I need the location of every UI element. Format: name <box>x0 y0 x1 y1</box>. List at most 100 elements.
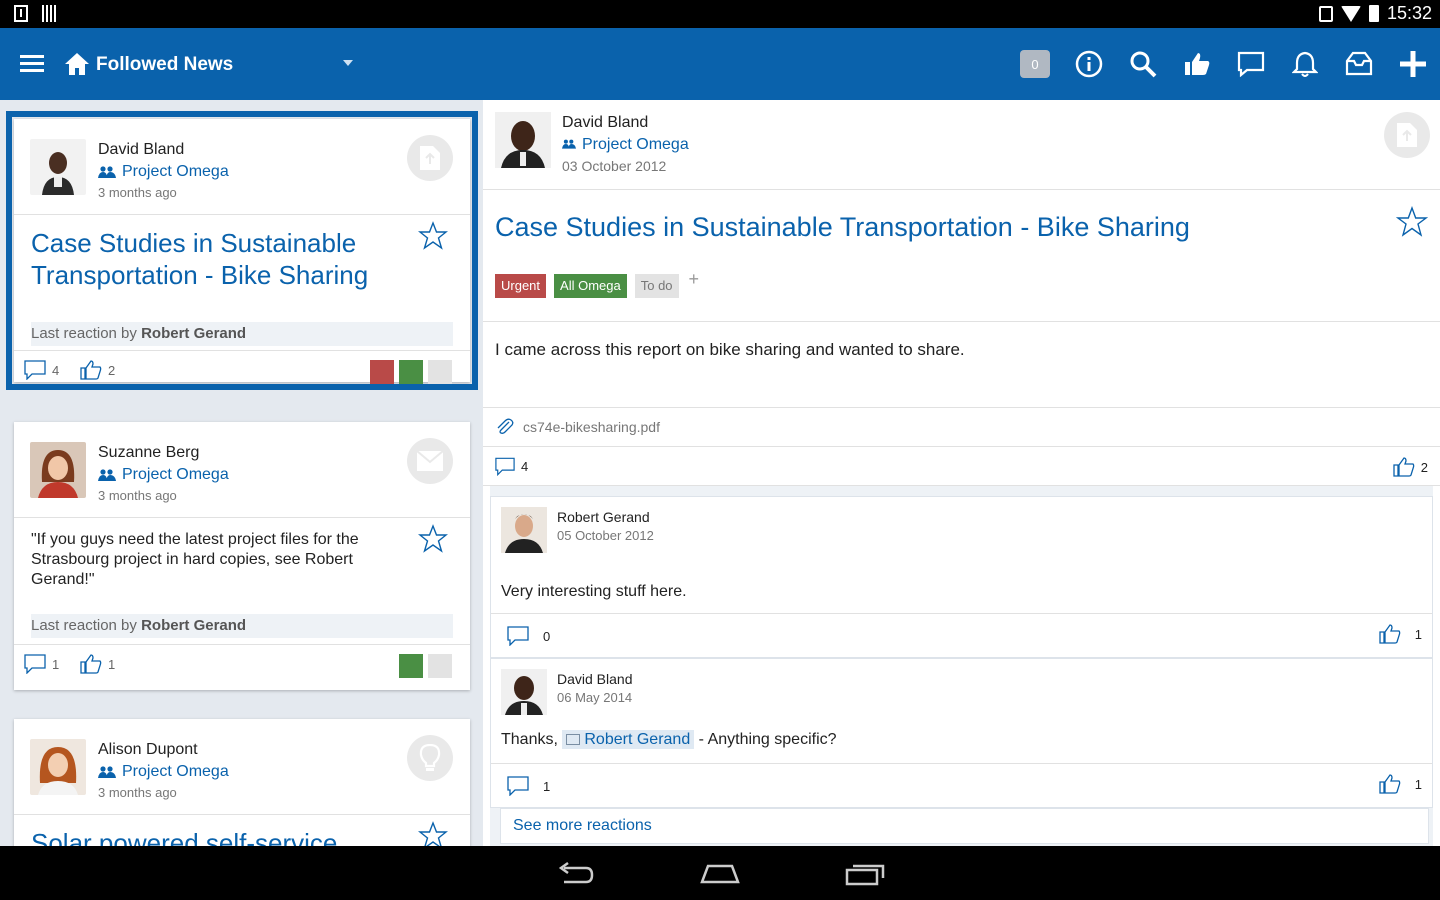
group-icon <box>98 166 116 178</box>
inbox-button[interactable] <box>1332 28 1386 100</box>
info-button[interactable] <box>1062 28 1116 100</box>
comment-count[interactable]: 0 <box>507 626 550 646</box>
like-count[interactable]: 2 <box>1393 457 1428 477</box>
star-icon[interactable] <box>418 221 448 251</box>
recents-icon[interactable] <box>843 858 887 888</box>
tag-todo[interactable]: To do <box>634 274 679 298</box>
reaction-item: Robert Gerand 05 October 2012 Very inter… <box>490 496 1433 658</box>
menu-button[interactable] <box>20 55 44 73</box>
search-button[interactable] <box>1116 28 1170 100</box>
comment-count[interactable]: 4 <box>24 360 59 380</box>
reaction-author[interactable]: David Bland <box>557 671 633 687</box>
like-count[interactable]: 1 <box>1379 774 1422 794</box>
document-icon <box>420 146 440 170</box>
tag-list: Urgent All Omega To do + <box>495 269 701 298</box>
feed-card[interactable]: Suzanne Berg Project Omega 3 months ago … <box>14 422 470 690</box>
avatar <box>30 139 86 195</box>
plus-icon <box>1400 51 1426 77</box>
post-title-text: Solar powered self-service <box>31 828 338 846</box>
chevron-down-icon[interactable] <box>343 60 353 66</box>
comment-icon <box>24 360 46 380</box>
star-icon[interactable] <box>1396 206 1428 238</box>
last-reaction: Last reaction by Robert Gerand <box>31 322 453 346</box>
comment-count[interactable]: 1 <box>507 776 550 796</box>
project-link[interactable]: Project Omega <box>98 163 229 181</box>
type-badge <box>407 438 453 484</box>
reaction-author[interactable]: Robert Gerand <box>557 509 650 525</box>
group-icon <box>98 766 116 778</box>
author-name[interactable]: Alison Dupont <box>98 741 198 759</box>
author-name[interactable]: David Bland <box>98 141 184 159</box>
reaction-item: David Bland 06 May 2014 Thanks, Robert G… <box>490 658 1433 808</box>
notification-count-button[interactable]: 0 <box>1008 28 1062 100</box>
project-link[interactable]: Project Omega <box>562 136 689 154</box>
mention-link[interactable]: Robert Gerand <box>562 730 695 749</box>
comment-icon <box>507 776 529 796</box>
comment-count-value: 4 <box>52 362 60 378</box>
comment-count[interactable]: 1 <box>24 654 59 674</box>
info-icon <box>1075 50 1103 78</box>
author-name[interactable]: Suzanne Berg <box>98 444 199 462</box>
reaction-date: 05 October 2012 <box>557 528 654 543</box>
home-nav-icon[interactable] <box>698 858 742 888</box>
comments-button[interactable] <box>1224 28 1278 100</box>
feed-card[interactable]: Alison Dupont Project Omega 3 months ago… <box>14 719 470 846</box>
document-icon <box>1397 123 1417 147</box>
timestamp: 3 months ago <box>98 185 177 200</box>
notifications-button[interactable] <box>1278 28 1332 100</box>
comment-count[interactable]: 4 <box>495 457 528 476</box>
feed-card[interactable]: David Bland Project Omega 3 months ago C… <box>6 111 478 390</box>
lightbulb-icon <box>419 744 441 771</box>
reaction-text-prefix: Thanks, <box>501 731 558 748</box>
like-count-value: 2 <box>1420 459 1428 475</box>
type-badge <box>1384 112 1430 158</box>
project-label: Project Omega <box>582 136 689 153</box>
reaction-list: Robert Gerand 05 October 2012 Very inter… <box>490 486 1433 846</box>
news-feed[interactable]: David Bland Project Omega 3 months ago C… <box>0 100 483 846</box>
user-card-icon <box>566 734 581 746</box>
timestamp: 3 months ago <box>98 488 177 503</box>
avatar <box>501 669 547 715</box>
bell-icon <box>1292 51 1318 77</box>
group-icon <box>562 139 576 149</box>
app-title[interactable]: Followed News <box>96 54 233 76</box>
thumbs-up-icon <box>1185 53 1210 75</box>
add-post-button[interactable] <box>1386 28 1440 100</box>
see-more-reactions-link[interactable]: See more reactions <box>500 808 1429 844</box>
avatar <box>501 507 547 553</box>
count-badge: 0 <box>1020 50 1050 78</box>
project-link[interactable]: Project Omega <box>98 466 229 484</box>
mention-name: Robert Gerand <box>584 731 691 748</box>
tag-urgent[interactable]: Urgent <box>495 274 547 298</box>
post-title[interactable]: Solar powered self-service <box>14 815 470 846</box>
post-title[interactable]: Case Studies in Sustainable Transportati… <box>14 215 470 322</box>
like-count[interactable]: 1 <box>1379 624 1422 644</box>
add-tag-button[interactable]: + <box>687 269 702 293</box>
back-icon[interactable] <box>554 858 598 888</box>
star-icon[interactable] <box>418 524 448 554</box>
post-quote[interactable]: "If you guys need the latest project fil… <box>14 518 470 614</box>
like-count[interactable]: 2 <box>80 360 115 380</box>
likes-button[interactable] <box>1170 28 1224 100</box>
last-reaction-name: Robert Gerand <box>141 617 247 634</box>
mail-icon <box>416 450 444 471</box>
comment-count-value: 1 <box>543 778 551 794</box>
last-reaction: Last reaction by Robert Gerand <box>31 614 453 638</box>
thumbs-up-icon <box>1393 457 1415 477</box>
tag-all-omega[interactable]: All Omega <box>554 274 627 298</box>
last-reaction-prefix: Last reaction by <box>31 325 137 342</box>
thumbs-up-icon <box>1379 774 1401 794</box>
attachment[interactable]: cs74e-bikesharing.pdf <box>483 408 1440 447</box>
search-icon <box>1130 51 1157 78</box>
post-detail[interactable]: David Bland Project Omega 03 October 201… <box>483 100 1440 846</box>
comment-count-value: 1 <box>52 656 60 672</box>
star-icon[interactable] <box>418 821 448 846</box>
project-link[interactable]: Project Omega <box>98 763 229 781</box>
home-icon[interactable] <box>64 52 90 76</box>
like-count[interactable]: 1 <box>80 654 115 674</box>
comment-count-value: 0 <box>543 628 551 644</box>
tag-swatch-todo <box>428 360 452 384</box>
post-quote-text: "If you guys need the latest project fil… <box>31 531 359 588</box>
like-count-value: 2 <box>108 362 116 378</box>
author-name[interactable]: David Bland <box>562 114 648 132</box>
